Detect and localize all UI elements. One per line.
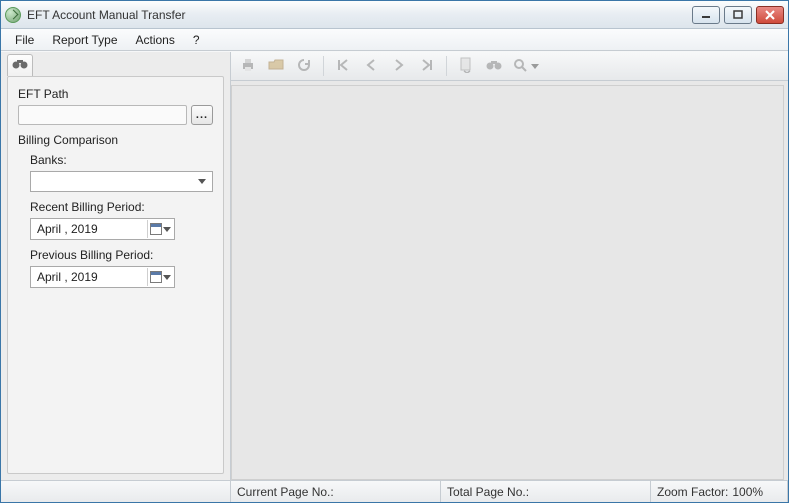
previous-billing-picker[interactable]: April , 2019 — [30, 266, 175, 288]
status-current-page: Current Page No.: — [231, 481, 441, 502]
menubar: File Report Type Actions ? — [1, 29, 788, 51]
maximize-button[interactable] — [724, 6, 752, 24]
sidebar-tabstrip — [1, 52, 230, 76]
minimize-button[interactable] — [692, 6, 720, 24]
print-button[interactable] — [237, 55, 259, 77]
toolbar-separator — [446, 56, 447, 76]
chevron-down-icon — [163, 275, 171, 280]
toolbar-separator — [323, 56, 324, 76]
previous-billing-value: April , 2019 — [37, 270, 98, 284]
sidebar-tab-search[interactable] — [7, 54, 33, 76]
minimize-icon — [701, 11, 711, 19]
recent-billing-dropdown[interactable] — [147, 220, 173, 238]
last-page-icon — [421, 59, 433, 74]
previous-billing-dropdown[interactable] — [147, 268, 173, 286]
app-window: EFT Account Manual Transfer — [0, 0, 789, 503]
eft-path-label: EFT Path — [18, 87, 213, 101]
find-button[interactable] — [483, 55, 505, 77]
binoculars-icon — [12, 58, 28, 73]
previous-billing-label: Previous Billing Period: — [30, 248, 213, 262]
browse-button[interactable]: ... — [191, 105, 213, 125]
export-button[interactable] — [455, 55, 477, 77]
prev-page-button[interactable] — [360, 55, 382, 77]
report-viewer[interactable] — [231, 85, 784, 480]
chevron-down-icon — [531, 64, 539, 69]
refresh-icon — [296, 57, 312, 76]
window-title: EFT Account Manual Transfer — [27, 8, 186, 22]
export-icon — [459, 57, 473, 76]
recent-billing-picker[interactable]: April , 2019 — [30, 218, 175, 240]
open-button[interactable] — [265, 55, 287, 77]
sidebar: EFT Path ... Billing Comparison Banks: — [1, 52, 231, 480]
statusbar-left-pad — [1, 481, 231, 502]
report-area — [231, 52, 788, 480]
print-icon — [240, 57, 256, 76]
calendar-icon — [150, 223, 162, 235]
recent-billing-label: Recent Billing Period: — [30, 200, 213, 214]
banks-combo[interactable] — [30, 171, 213, 192]
banks-label: Banks: — [30, 153, 213, 167]
chevron-down-icon — [194, 174, 210, 189]
open-folder-icon — [268, 58, 284, 75]
eft-path-field[interactable] — [18, 105, 187, 125]
app-icon — [5, 7, 21, 23]
status-zoom: Zoom Factor: 100% — [651, 481, 788, 502]
menu-actions[interactable]: Actions — [128, 31, 183, 49]
client-area: EFT Path ... Billing Comparison Banks: — [1, 51, 788, 480]
refresh-button[interactable] — [293, 55, 315, 77]
billing-comparison-label: Billing Comparison — [18, 133, 213, 147]
menu-file[interactable]: File — [7, 31, 42, 49]
zoom-icon — [513, 58, 529, 75]
maximize-icon — [733, 10, 743, 20]
recent-billing-value: April , 2019 — [37, 222, 98, 236]
status-current-page-label: Current Page No.: — [237, 485, 334, 499]
next-page-button[interactable] — [388, 55, 410, 77]
sidebar-panel: EFT Path ... Billing Comparison Banks: — [7, 76, 224, 474]
status-zoom-value: 100% — [732, 485, 763, 499]
titlebar: EFT Account Manual Transfer — [1, 1, 788, 29]
close-icon — [765, 10, 775, 20]
window-controls — [692, 6, 784, 24]
menu-report-type[interactable]: Report Type — [44, 31, 125, 49]
binoculars-icon — [486, 59, 502, 74]
statusbar: Current Page No.: Total Page No.: Zoom F… — [1, 480, 788, 502]
status-total-page-label: Total Page No.: — [447, 485, 529, 499]
next-page-icon — [394, 59, 404, 74]
report-toolbar — [231, 52, 788, 81]
first-page-icon — [337, 59, 349, 74]
last-page-button[interactable] — [416, 55, 438, 77]
prev-page-icon — [366, 59, 376, 74]
calendar-icon — [150, 271, 162, 283]
zoom-button[interactable] — [511, 55, 541, 77]
close-button[interactable] — [756, 6, 784, 24]
chevron-down-icon — [163, 227, 171, 232]
status-total-page: Total Page No.: — [441, 481, 651, 502]
menu-help[interactable]: ? — [185, 31, 208, 49]
status-zoom-label: Zoom Factor: — [657, 485, 728, 499]
first-page-button[interactable] — [332, 55, 354, 77]
